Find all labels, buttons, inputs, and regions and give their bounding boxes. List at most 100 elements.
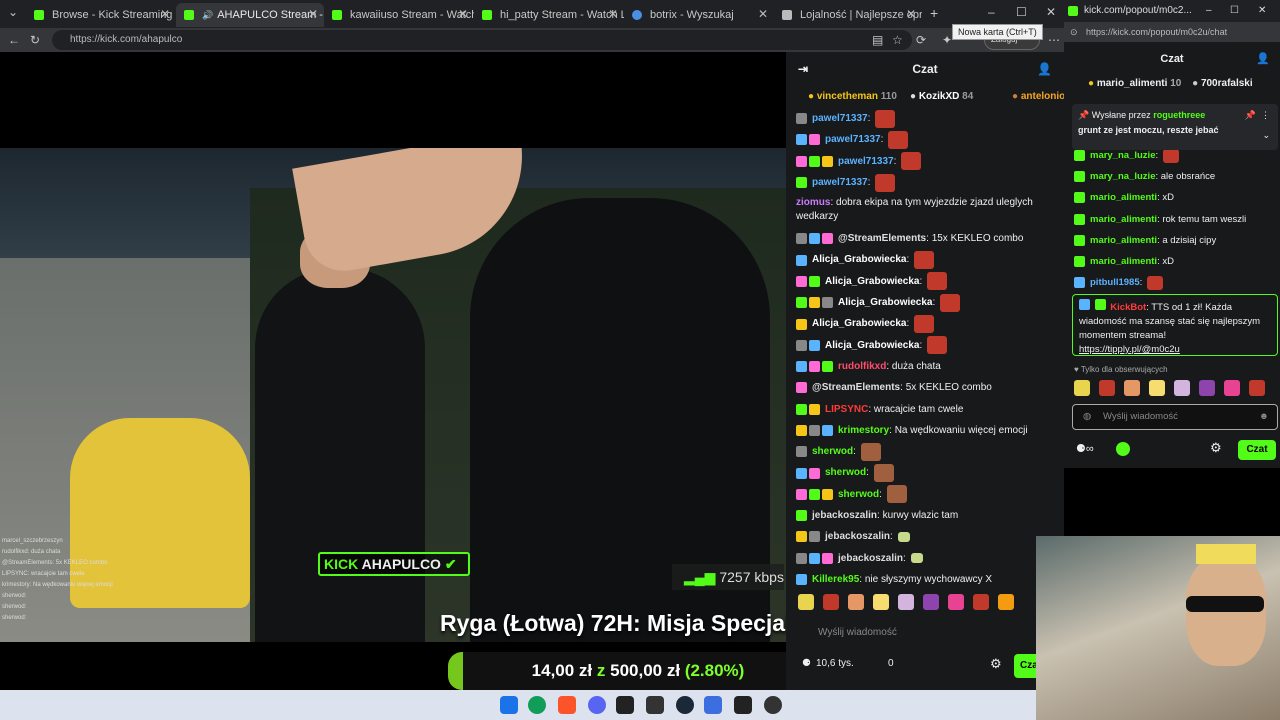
chat-username[interactable]: mario_alimenti bbox=[1090, 251, 1157, 272]
chat-username[interactable]: Alicja_Grabowiecka bbox=[825, 271, 920, 292]
chat-username[interactable]: sherwod bbox=[825, 462, 866, 483]
url-field[interactable]: https://kick.com/ahapulco bbox=[52, 30, 912, 50]
more-options-icon[interactable]: ⋮ bbox=[1261, 108, 1270, 122]
popout-chat-input[interactable]: ◍ Wyślij wiadomość ☻ bbox=[1072, 404, 1278, 430]
chat-username[interactable]: mary_na_luzie bbox=[1090, 166, 1155, 187]
chat-username[interactable]: Alicja_Grabowiecka bbox=[812, 249, 907, 270]
reload-icon[interactable]: ↻ bbox=[30, 32, 40, 48]
chat-username[interactable]: pawel71337 bbox=[812, 108, 868, 129]
emoji-icon[interactable]: ☻ bbox=[1259, 405, 1269, 429]
emote-picker-item[interactable] bbox=[848, 594, 864, 610]
popout-send-button[interactable]: Czat bbox=[1238, 440, 1276, 460]
back-icon[interactable]: ← bbox=[8, 32, 20, 48]
tab-ahapulco[interactable]: 🔊 AHAPULCO Stream - Watch ✕ bbox=[176, 3, 324, 27]
tab-lojalnosc[interactable]: Lojalność | Najlepsze oprogram ✕ bbox=[774, 3, 922, 27]
chat-username[interactable]: LIPSYNC bbox=[825, 399, 868, 420]
chat-username[interactable]: @StreamElements bbox=[812, 377, 900, 398]
chat-username[interactable]: Killerek95 bbox=[812, 569, 859, 590]
obs-icon[interactable] bbox=[764, 696, 782, 714]
chat-username[interactable]: jebackoszalin bbox=[838, 548, 903, 569]
chat-username[interactable]: ziomus bbox=[796, 197, 830, 208]
popout-url-bar[interactable]: ⊙ https://kick.com/popout/m0c2u/chat bbox=[1064, 22, 1280, 42]
leaderboard-user[interactable]: 700rafalski bbox=[1201, 78, 1253, 89]
bookmark-star-icon[interactable]: ☆ bbox=[892, 32, 903, 48]
chat-username[interactable]: Alicja_Grabowiecka bbox=[812, 313, 907, 334]
points-icon[interactable]: ⚈∞ bbox=[1076, 442, 1094, 455]
tab-hi-patty[interactable]: hi_patty Stream - Watch Live o ✕ bbox=[474, 3, 624, 27]
chat-username[interactable]: @StreamElements bbox=[838, 228, 926, 249]
leaderboard-user[interactable]: mario_alimenti bbox=[1097, 78, 1168, 89]
chat-username[interactable]: jebackoszalin bbox=[812, 505, 877, 526]
leaderboard-entry[interactable]: ● KozikXD 84 bbox=[910, 91, 973, 102]
channel-points[interactable]: 10,6 tys. bbox=[816, 658, 854, 669]
chat-settings-icon[interactable]: ⚙ bbox=[990, 656, 1002, 672]
discord-icon[interactable] bbox=[588, 696, 606, 714]
leaderboard-entry[interactable]: ● vincetheman 110 bbox=[808, 91, 897, 102]
chat-username[interactable]: pawel71337 bbox=[838, 151, 894, 172]
maximize-icon[interactable]: ☐ bbox=[1016, 4, 1027, 20]
emote-picker-item[interactable] bbox=[873, 594, 889, 610]
emote-picker-item[interactable] bbox=[1099, 380, 1115, 396]
emote-picker-item[interactable] bbox=[1199, 380, 1215, 396]
close-tab-icon[interactable]: ✕ bbox=[906, 7, 916, 21]
kick-icon[interactable] bbox=[1116, 442, 1130, 456]
chevron-down-icon[interactable]: ⌄ bbox=[1262, 130, 1270, 141]
reader-icon[interactable]: ▤ bbox=[872, 32, 883, 48]
chat-username[interactable]: Alicja_Grabowiecka bbox=[825, 335, 920, 356]
edge-icon[interactable] bbox=[528, 696, 546, 714]
chat-username[interactable]: rudolfikxd bbox=[838, 356, 886, 377]
close-tab-icon[interactable]: ✕ bbox=[308, 7, 318, 21]
chat-input[interactable]: Wyślij wiadomość bbox=[818, 622, 1058, 644]
chat-username[interactable]: mario_alimenti bbox=[1090, 209, 1157, 230]
user-settings-icon[interactable]: 👤 bbox=[1256, 44, 1270, 74]
tab-search-icon[interactable]: ⌄ bbox=[8, 4, 18, 20]
puzzle-icon[interactable]: ✦ bbox=[942, 32, 952, 48]
chat-username[interactable]: mario_alimenti bbox=[1090, 230, 1157, 251]
video-player[interactable]: marcel_szczebrzeszyn rudolfikxd: duża ch… bbox=[0, 52, 786, 690]
chat-username[interactable]: sherwod bbox=[812, 441, 853, 462]
new-tab-button[interactable]: + bbox=[930, 5, 938, 21]
speaker-icon[interactable]: 🔊 bbox=[202, 10, 213, 21]
app-icon[interactable] bbox=[734, 696, 752, 714]
emote-picker-item[interactable] bbox=[1249, 380, 1265, 396]
chat-message-list[interactable]: pawel71337: pawel71337: pawel71337: pawe… bbox=[796, 108, 1060, 590]
close-tab-icon[interactable]: ✕ bbox=[608, 7, 618, 21]
brave-icon[interactable] bbox=[558, 696, 576, 714]
chat-username[interactable]: pitbull1985 bbox=[1090, 272, 1140, 293]
collapse-chat-icon[interactable]: ⇥ bbox=[798, 52, 808, 86]
close-tab-icon[interactable]: ✕ bbox=[458, 7, 468, 21]
tab-botrix[interactable]: botrix - Wyszukaj ✕ bbox=[624, 3, 774, 27]
emote-picker-item[interactable] bbox=[1174, 380, 1190, 396]
minimize-icon[interactable]: – bbox=[1206, 0, 1212, 22]
emote-picker-item[interactable] bbox=[998, 594, 1014, 610]
start-icon[interactable] bbox=[500, 696, 518, 714]
chat-username[interactable]: Alicja_Grabowiecka bbox=[838, 292, 933, 313]
tipply-link[interactable]: https://tipply.pl/@m0c2u bbox=[1079, 343, 1271, 357]
chat-username[interactable]: pawel71337 bbox=[812, 172, 868, 193]
emote-picker-item[interactable] bbox=[1074, 380, 1090, 396]
emote-picker-item[interactable] bbox=[798, 594, 814, 610]
app-icon[interactable] bbox=[704, 696, 722, 714]
emote-picker-item[interactable] bbox=[823, 594, 839, 610]
kickbot-name[interactable]: KickBot bbox=[1110, 302, 1146, 313]
app-icon[interactable] bbox=[616, 696, 634, 714]
emote-picker-item[interactable] bbox=[1224, 380, 1240, 396]
tab-kawaiiuso[interactable]: kawaiiuso Stream - Watch Live ✕ bbox=[324, 3, 474, 27]
tab-browse-kick[interactable]: Browse - Kick Streaming ✕ bbox=[26, 3, 176, 27]
chat-settings-icon[interactable]: ⚙ bbox=[1210, 440, 1222, 456]
steam-icon[interactable] bbox=[676, 696, 694, 714]
emote-picker-item[interactable] bbox=[923, 594, 939, 610]
minimize-icon[interactable]: – bbox=[988, 4, 995, 20]
epic-games-icon[interactable] bbox=[646, 696, 664, 714]
site-info-icon[interactable]: ⊙ bbox=[1070, 22, 1078, 42]
close-tab-icon[interactable]: ✕ bbox=[758, 7, 768, 21]
emote-picker-item[interactable] bbox=[948, 594, 964, 610]
emote-picker-item[interactable] bbox=[973, 594, 989, 610]
leaderboard-entry[interactable]: ● antelonio bbox=[1012, 91, 1064, 102]
menu-dots-icon[interactable]: ⋯ bbox=[1048, 32, 1060, 48]
close-window-icon[interactable]: ✕ bbox=[1258, 0, 1266, 22]
user-settings-icon[interactable]: 👤 bbox=[1037, 52, 1052, 86]
chat-username[interactable]: sherwod bbox=[838, 484, 879, 505]
chat-username[interactable]: jebackoszalin bbox=[825, 526, 890, 547]
chat-username[interactable]: krimestory bbox=[838, 420, 889, 441]
